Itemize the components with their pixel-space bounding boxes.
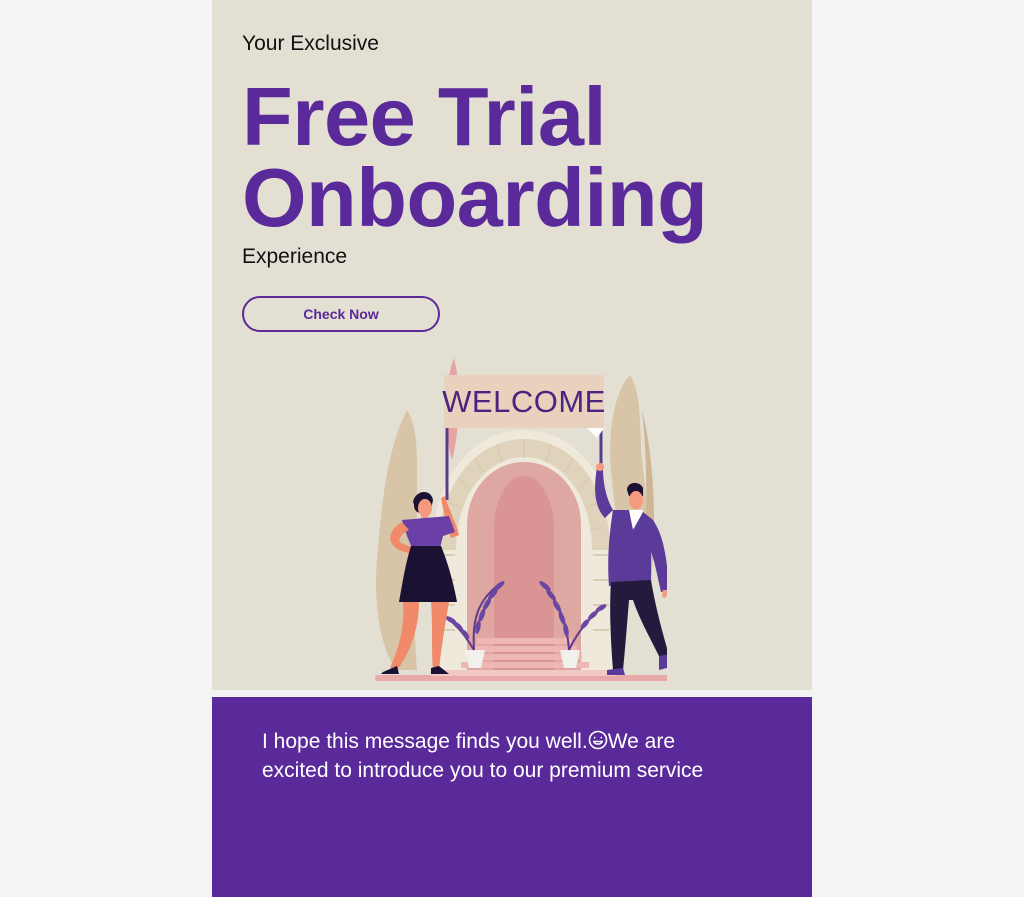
intro-text-part-1: I hope this message finds you well. [262,730,588,753]
welcome-illustration: WELCOME [375,358,667,681]
man-jacket [608,510,667,592]
man-legs [610,580,667,670]
intro-message: I hope this message finds you well. We ar… [262,727,742,785]
check-now-button[interactable]: Check Now [242,296,440,332]
ground-step [432,670,617,676]
hero-headline: Free Trial Onboarding [242,70,708,244]
message-section: I hope this message finds you well. We ar… [212,697,812,897]
headline-line-1: Free Trial [242,70,607,163]
hero-section: Your Exclusive Free Trial Onboarding Exp… [212,0,812,690]
man-head [629,491,643,509]
smiling-face-with-heart-eyes-icon [588,730,607,750]
email-container: Your Exclusive Free Trial Onboarding Exp… [212,0,812,897]
section-divider [212,690,812,697]
hero-subline: Experience [242,245,348,268]
headline-line-2: Onboarding [242,151,708,244]
welcome-sign-text: WELCOME [442,384,606,419]
hero-eyebrow: Your Exclusive [242,32,379,55]
